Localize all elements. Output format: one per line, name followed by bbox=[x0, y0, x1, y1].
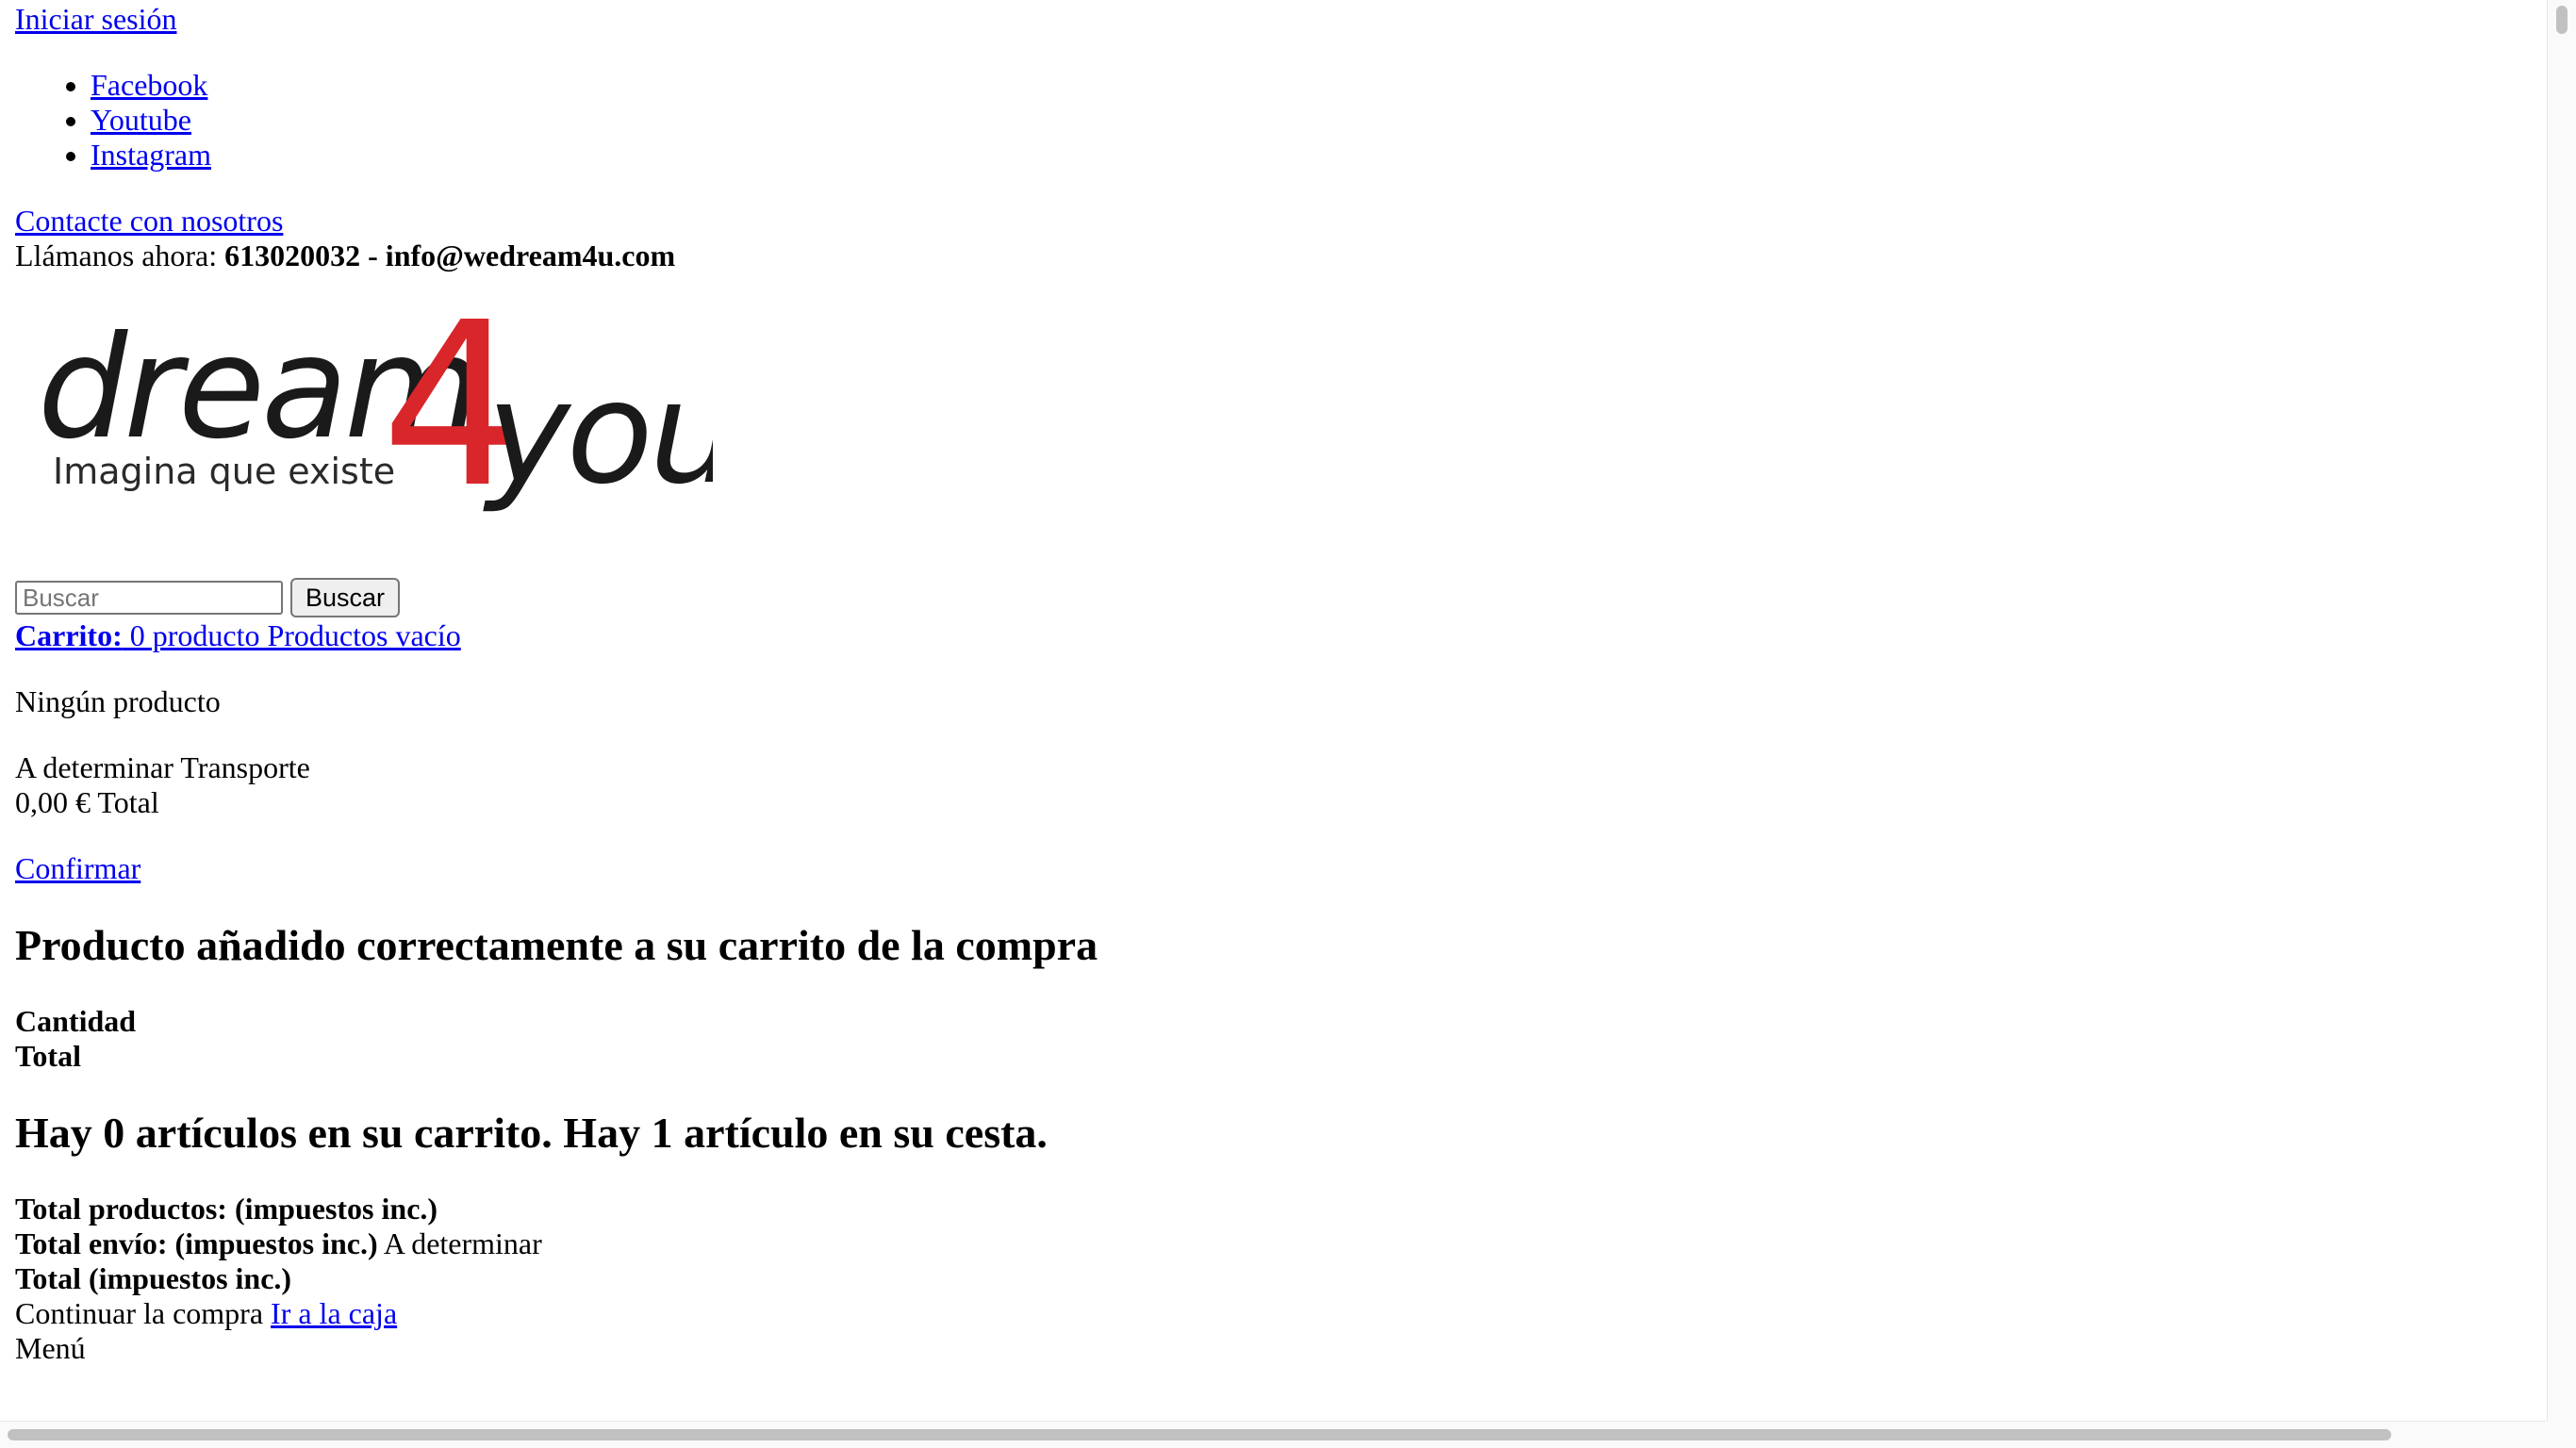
cart-total-value: 0,00 € bbox=[15, 785, 91, 819]
confirm-link[interactable]: Confirmar bbox=[15, 851, 140, 885]
cart-total-label: Total bbox=[91, 785, 159, 819]
cart-confirm-row: Confirmar bbox=[15, 851, 2542, 886]
cart-link[interactable]: Carrito: 0 producto Productos vacío bbox=[15, 618, 461, 652]
total-shipping-label: Total envío: (impuestos inc.) bbox=[15, 1226, 378, 1260]
cart-label: Carrito: bbox=[15, 618, 123, 652]
vertical-scrollbar-thumb[interactable] bbox=[2556, 6, 2568, 34]
logo-word-tail: you bbox=[483, 352, 713, 516]
menu-toggle[interactable]: Menú bbox=[15, 1331, 86, 1365]
vertical-scrollbar[interactable] bbox=[2547, 0, 2576, 1422]
contact-link[interactable]: Contacte con nosotros bbox=[15, 204, 283, 238]
social-item-youtube: Youtube bbox=[91, 103, 2542, 138]
cart-shipping-value: A determinar bbox=[15, 750, 173, 784]
search-input[interactable] bbox=[15, 581, 283, 615]
cart-shipping-row: A determinar Transporte bbox=[15, 750, 2542, 785]
layer-total-row: Total bbox=[15, 1039, 2542, 1074]
cart-no-product: Ningún producto bbox=[15, 684, 221, 718]
total-taxes-label: Total (impuestos inc.) bbox=[15, 1261, 292, 1295]
login-row: Iniciar sesión bbox=[15, 2, 2542, 37]
continue-shopping[interactable]: Continuar la compra bbox=[15, 1296, 271, 1330]
search-button[interactable]: Buscar bbox=[290, 578, 401, 617]
menu-row: Menú bbox=[15, 1331, 2542, 1366]
cart-shipping-label: Transporte bbox=[173, 750, 310, 784]
dream4you-logo: dream 4 you Imagina que existe bbox=[38, 304, 713, 537]
social-links-list: Facebook Youtube Instagram bbox=[15, 68, 2542, 173]
continue-row: Continuar la compra Ir a la caja bbox=[15, 1296, 2542, 1331]
quantity-label: Cantidad bbox=[15, 1004, 137, 1038]
cart-summary: 0 producto Productos vacío bbox=[122, 618, 461, 652]
total-products-label: Total productos: (impuestos inc.) bbox=[15, 1192, 438, 1226]
added-title: Producto añadido correctamente a su carr… bbox=[15, 921, 1098, 969]
logo-tagline: Imagina que existe bbox=[53, 451, 395, 492]
horizontal-scrollbar[interactable] bbox=[0, 1421, 2548, 1448]
youtube-link[interactable]: Youtube bbox=[91, 103, 191, 137]
instagram-link[interactable]: Instagram bbox=[91, 138, 211, 172]
cart-count-title: Hay 0 artículos en su carrito. Hay 1 art… bbox=[15, 1109, 1048, 1157]
facebook-link[interactable]: Facebook bbox=[91, 68, 207, 102]
total-shipping-value: A determinar bbox=[377, 1226, 542, 1260]
cart-total-row: 0,00 € Total bbox=[15, 785, 2542, 820]
login-link[interactable]: Iniciar sesión bbox=[15, 2, 177, 36]
call-value: 613020032 - info@wedream4u.com bbox=[224, 239, 676, 272]
social-item-instagram: Instagram bbox=[91, 138, 2542, 173]
checkout-link[interactable]: Ir a la caja bbox=[271, 1296, 397, 1330]
scrollbar-corner bbox=[2548, 1422, 2576, 1448]
call-label: Llámanos ahora: bbox=[15, 239, 225, 272]
quantity-row: Cantidad bbox=[15, 1004, 2542, 1039]
total-shipping-row: Total envío: (impuestos inc.) A determin… bbox=[15, 1226, 2542, 1261]
logo-link[interactable]: dream 4 you Imagina que existe bbox=[15, 304, 2542, 568]
total-taxes-row: Total (impuestos inc.) bbox=[15, 1261, 2542, 1296]
cart-row: Carrito: 0 producto Productos vacío bbox=[15, 618, 2542, 653]
layer-total-label: Total bbox=[15, 1039, 81, 1073]
horizontal-scrollbar-thumb[interactable] bbox=[8, 1429, 2391, 1440]
page-content: Iniciar sesión Facebook Youtube Instagra… bbox=[15, 0, 2542, 1366]
social-item-facebook: Facebook bbox=[91, 68, 2542, 103]
call-row: Llámanos ahora: 613020032 - info@wedream… bbox=[15, 239, 2542, 273]
total-products-row: Total productos: (impuestos inc.) bbox=[15, 1192, 2542, 1226]
contact-row: Contacte con nosotros bbox=[15, 204, 2542, 239]
search-form: Buscar bbox=[15, 577, 2542, 618]
